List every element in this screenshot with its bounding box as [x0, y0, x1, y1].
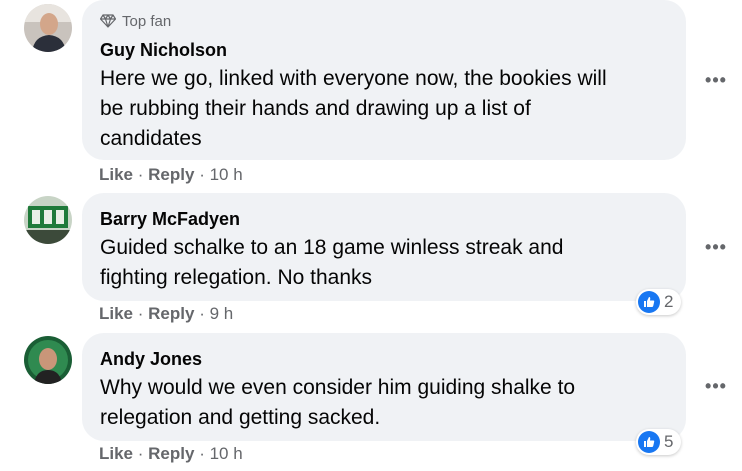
- comment-text-line: relegation and getting sacked.: [100, 406, 381, 429]
- comment-text-line: fighting relegation. No thanks: [100, 266, 373, 289]
- comment-text-line: Why would we even consider him guiding s…: [100, 376, 576, 399]
- more-options-icon[interactable]: •••: [704, 377, 728, 395]
- comment-bubble: Top fan Guy Nicholson Here we go, linked…: [82, 0, 686, 160]
- reaction-count[interactable]: 5: [636, 429, 682, 455]
- like-button[interactable]: Like: [99, 444, 133, 463]
- comment-text-line: be rubbing their hands and drawing up a …: [100, 97, 531, 120]
- separator: ·: [137, 304, 149, 323]
- reply-button[interactable]: Reply: [148, 165, 194, 184]
- reaction-count[interactable]: 2: [636, 289, 682, 315]
- like-reaction-icon: [638, 291, 660, 313]
- comment-text: Here we go, linked with everyone now, th…: [100, 64, 668, 154]
- comment-text: Guided schalke to an 18 game winless str…: [100, 233, 668, 293]
- comment-bubble: Barry McFadyen Guided schalke to an 18 g…: [82, 193, 686, 301]
- separator: ·: [199, 304, 210, 323]
- timestamp[interactable]: 10 h: [210, 444, 243, 463]
- reaction-count-value: 5: [664, 432, 674, 451]
- comment-bubble: Andy Jones Why would we even consider hi…: [82, 333, 686, 441]
- separator: ·: [199, 165, 210, 184]
- comment-actions: Like · Reply · 10 h: [99, 443, 243, 465]
- avatar[interactable]: [24, 4, 72, 52]
- like-reaction-icon: [638, 431, 660, 453]
- like-button[interactable]: Like: [99, 304, 133, 323]
- separator: ·: [137, 165, 149, 184]
- author-name[interactable]: Andy Jones: [100, 347, 668, 371]
- timestamp[interactable]: 10 h: [210, 165, 243, 184]
- author-name[interactable]: Barry McFadyen: [100, 207, 668, 231]
- top-fan-badge: Top fan: [100, 10, 668, 32]
- like-button[interactable]: Like: [99, 165, 133, 184]
- reaction-count-value: 2: [664, 292, 674, 311]
- comment-text-line: Here we go, linked with everyone now, th…: [100, 67, 607, 90]
- author-name[interactable]: Guy Nicholson: [100, 38, 668, 62]
- comment-actions: Like · Reply · 10 h: [99, 164, 243, 186]
- diamond-icon: [100, 14, 116, 28]
- comment-text-line: Guided schalke to an 18 game winless str…: [100, 236, 564, 259]
- separator: ·: [137, 444, 149, 463]
- badge-label: Top fan: [122, 12, 172, 30]
- separator: ·: [199, 444, 210, 463]
- reply-button[interactable]: Reply: [148, 444, 194, 463]
- reply-button[interactable]: Reply: [148, 304, 194, 323]
- comment-text: Why would we even consider him guiding s…: [100, 373, 668, 433]
- avatar[interactable]: [24, 336, 72, 384]
- comment-text-line: candidates: [100, 127, 202, 150]
- comment-actions: Like · Reply · 9 h: [99, 303, 233, 325]
- avatar[interactable]: [24, 196, 72, 244]
- more-options-icon[interactable]: •••: [704, 238, 728, 256]
- timestamp[interactable]: 9 h: [210, 304, 234, 323]
- more-options-icon[interactable]: •••: [704, 71, 728, 89]
